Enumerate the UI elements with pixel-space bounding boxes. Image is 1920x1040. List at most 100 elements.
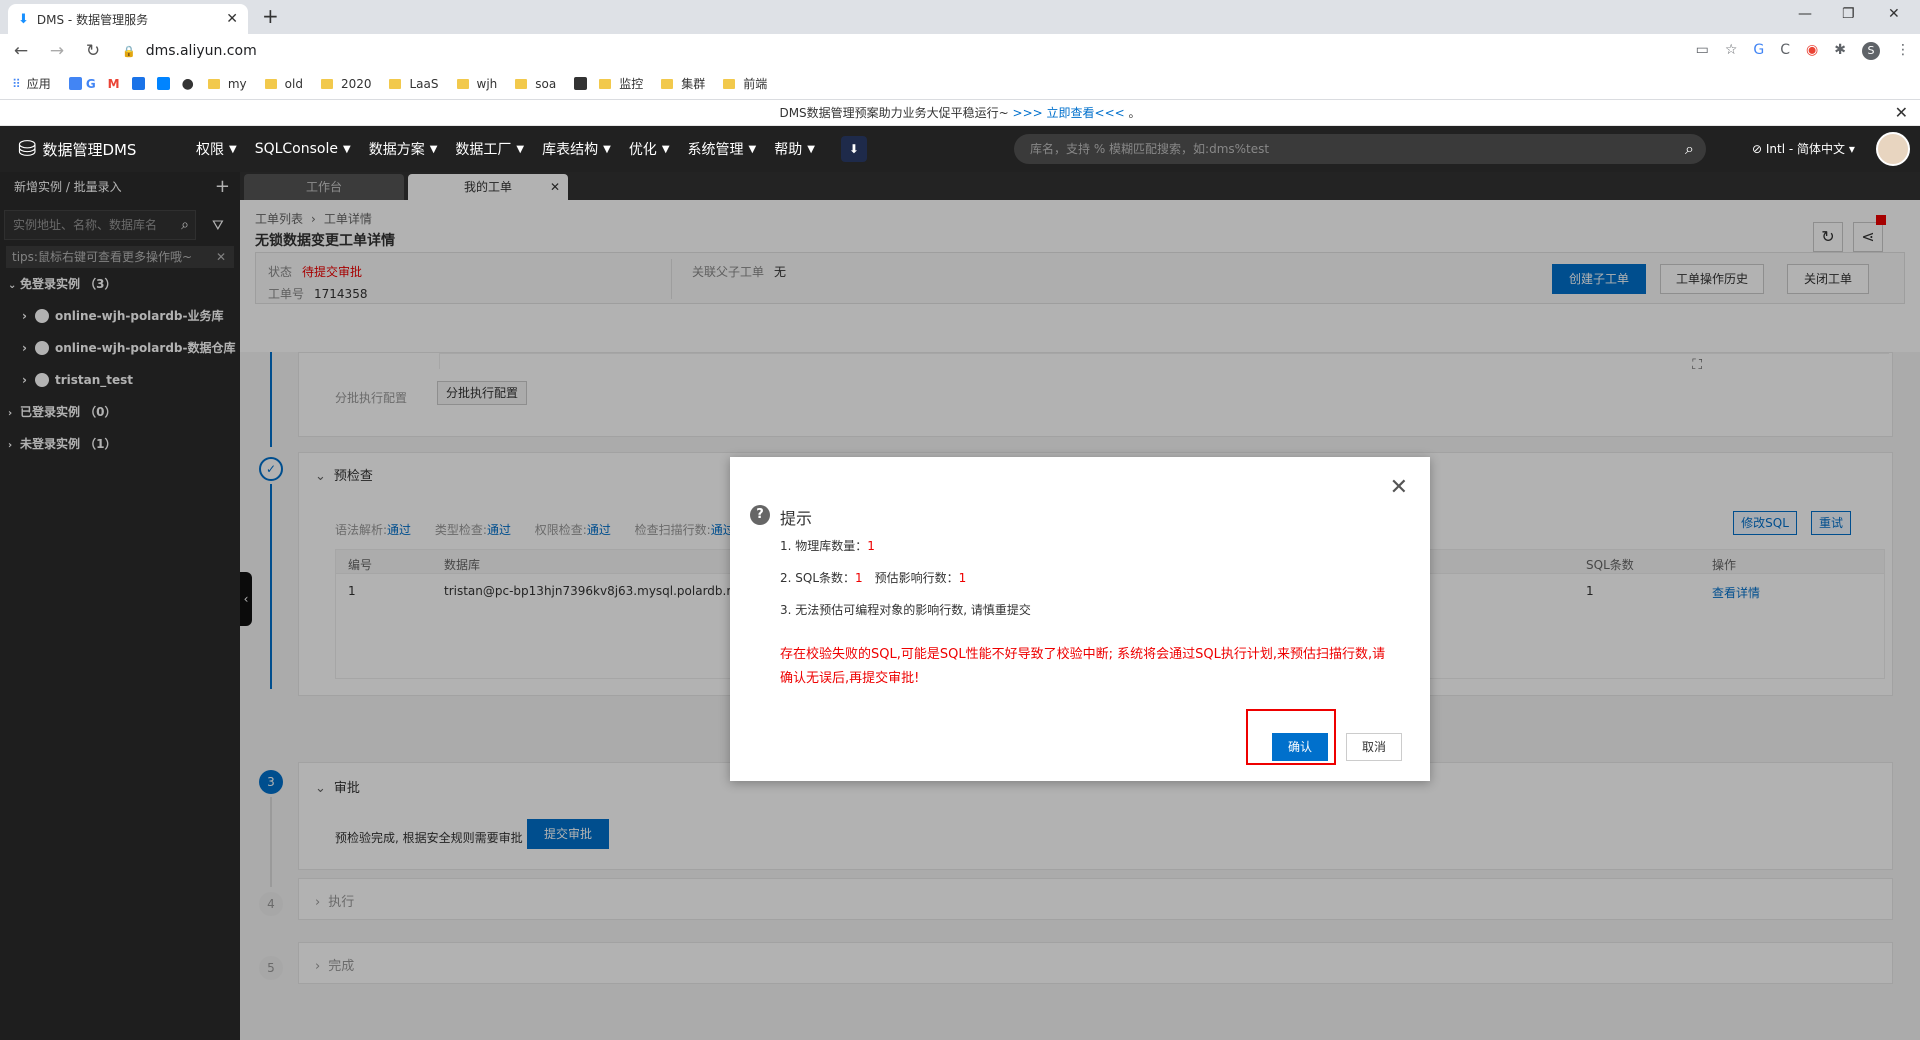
line-label: 1. 物理库数量： bbox=[780, 539, 868, 553]
line-value: 1 bbox=[855, 571, 863, 585]
bookmark-label: 2020 bbox=[340, 76, 372, 91]
dms-logo-icon: ⛁ bbox=[18, 136, 37, 162]
chevron-down-icon: ▼ bbox=[343, 143, 351, 155]
browser-tab[interactable]: ⬇ DMS - 数据管理服务 ✕ bbox=[8, 4, 248, 34]
bookmark-label: my bbox=[227, 76, 247, 91]
cast-icon[interactable]: ▭ bbox=[1696, 42, 1709, 60]
dialog-line-3: 3. 无法预估可编程对象的影响行数, 请慎重提交 bbox=[780, 603, 1031, 617]
menu-help[interactable]: 帮助 ▼ bbox=[774, 139, 815, 159]
bookmark-folder[interactable]: LaaS bbox=[389, 77, 439, 91]
bookmark-folder[interactable]: my bbox=[207, 76, 247, 91]
bookmark-apps[interactable]: ⠿ 应用 bbox=[12, 75, 51, 92]
confirm-button[interactable]: 确认 bbox=[1272, 733, 1328, 761]
global-search-input[interactable]: 库名，支持 % 模糊匹配搜索，如:dms%test ⌕ bbox=[1014, 134, 1706, 164]
line-value: 1 bbox=[867, 539, 875, 553]
menu-permission[interactable]: 权限 ▼ bbox=[196, 139, 237, 159]
bookmark-label: soa bbox=[535, 76, 557, 91]
close-announcement-icon[interactable]: ✕ bbox=[1895, 100, 1908, 126]
puzzle-icon[interactable]: ✱ bbox=[1834, 42, 1846, 60]
folder-icon bbox=[320, 78, 333, 89]
download-icon[interactable]: ⬇ bbox=[840, 136, 867, 162]
apps-grid-icon: ⠿ bbox=[12, 76, 21, 91]
restore-icon[interactable]: ❐ bbox=[1842, 6, 1855, 22]
folder-icon bbox=[207, 78, 220, 89]
bookmark-folder[interactable]: soa bbox=[515, 77, 556, 91]
bookmarks-bar: ⠿ 应用 G M ● my old 2020 LaaS wjh soa 监控 集群… bbox=[0, 68, 1920, 100]
cancel-button[interactable]: 取消 bbox=[1346, 733, 1402, 761]
bookmark-folder[interactable]: wjh bbox=[456, 77, 497, 91]
bookmark-folder[interactable]: old bbox=[264, 76, 303, 91]
menu-label: SQLConsole bbox=[254, 141, 338, 157]
new-tab-icon[interactable]: + bbox=[262, 4, 279, 28]
menu-label: 帮助 bbox=[774, 142, 803, 158]
reload-icon[interactable]: ↻ bbox=[78, 41, 108, 61]
line-label: 预估影响行数： bbox=[874, 571, 959, 585]
announcement-link[interactable]: >>> 立即查看<<< bbox=[1013, 106, 1125, 120]
chevron-down-icon: ▼ bbox=[229, 143, 237, 155]
url-text: dms.aliyun.com bbox=[145, 43, 257, 59]
menu-sqlconsole[interactable]: SQLConsole ▼ bbox=[255, 141, 351, 157]
lock-icon: 🔒 bbox=[122, 44, 136, 58]
announcement-tail: 。 bbox=[1124, 106, 1141, 120]
browser-tabbar: ⬇ DMS - 数据管理服务 ✕ + — ❐ ✕ bbox=[0, 0, 1920, 34]
menu-dots-icon[interactable]: ⋮ bbox=[1896, 42, 1910, 60]
dialog-line-1: 1. 物理库数量：1 bbox=[780, 537, 875, 554]
chevron-down-icon: ▾ bbox=[1845, 142, 1855, 156]
menu-label: 优化 bbox=[628, 142, 657, 158]
google-icon[interactable]: G bbox=[86, 77, 96, 91]
top-nav: ⛁ 数据管理DMS 权限 ▼ SQLConsole ▼ 数据方案 ▼ 数据工厂 ▼ 库表结… bbox=[0, 126, 1920, 172]
bookmark-icon[interactable] bbox=[68, 77, 82, 90]
menu-data-factory[interactable]: 数据工厂 ▼ bbox=[455, 139, 524, 159]
back-icon[interactable]: ← bbox=[6, 41, 36, 61]
language-switch[interactable]: ⊘ Intl - 简体中文 ▾ bbox=[1752, 140, 1855, 157]
bookmark-folder[interactable]: 集群 bbox=[661, 75, 705, 92]
url-field[interactable]: 🔒 dms.aliyun.com bbox=[122, 43, 257, 59]
close-window-icon[interactable]: ✕ bbox=[1888, 6, 1900, 22]
chevron-down-icon: ▼ bbox=[516, 143, 525, 155]
close-icon[interactable]: ✕ bbox=[1390, 475, 1408, 500]
line-label: 2. SQL条数： bbox=[780, 571, 856, 585]
menu-label: 权限 bbox=[196, 142, 224, 158]
announcement-text: DMS数据管理预案助力业务大促平稳运行~ bbox=[779, 106, 1013, 120]
bookmark-folder[interactable]: 2020 bbox=[320, 76, 372, 91]
star-icon[interactable]: ☆ bbox=[1725, 42, 1738, 60]
announcement-bar: DMS数据管理预案助力业务大促平稳运行~ >>> 立即查看<<< 。 ✕ bbox=[0, 100, 1920, 126]
avatar[interactable] bbox=[1876, 132, 1910, 166]
zhihu-icon[interactable] bbox=[156, 77, 170, 90]
bookmark-label: 前端 bbox=[743, 77, 768, 91]
menu-data-solution[interactable]: 数据方案 ▼ bbox=[369, 139, 438, 159]
bookmark-icon[interactable] bbox=[131, 77, 145, 90]
chevron-down-icon: ▼ bbox=[429, 143, 438, 155]
close-tab-icon[interactable]: ✕ bbox=[226, 11, 238, 27]
translate-icon[interactable]: G bbox=[1753, 42, 1764, 60]
github-icon[interactable]: ● bbox=[182, 76, 194, 92]
minimize-icon[interactable]: — bbox=[1798, 6, 1812, 22]
logo[interactable]: ⛁ 数据管理DMS bbox=[18, 137, 196, 162]
bookmark-folder[interactable]: 前端 bbox=[723, 75, 767, 92]
forward-icon[interactable]: → bbox=[42, 41, 72, 61]
menu-label: 库表结构 bbox=[542, 142, 599, 158]
bookmark-icon[interactable] bbox=[574, 77, 588, 90]
folder-icon bbox=[456, 78, 469, 89]
confirm-dialog: ✕ ? 提示 1. 物理库数量：1 2. SQL条数：1 预估影响行数：1 3. … bbox=[730, 457, 1430, 781]
bookmark-folder[interactable]: 监控 bbox=[599, 75, 643, 92]
bookmark-label: 集群 bbox=[681, 77, 706, 91]
menu-label: 系统管理 bbox=[687, 142, 744, 158]
chrome-ext-icon[interactable]: ◉ bbox=[1806, 42, 1818, 60]
menu-optimize[interactable]: 优化 ▼ bbox=[629, 139, 670, 159]
search-placeholder: 库名，支持 % 模糊匹配搜索，如:dms%test bbox=[1030, 142, 1270, 156]
folder-icon bbox=[264, 78, 277, 89]
extension-c-icon[interactable]: C bbox=[1780, 42, 1790, 60]
bookmark-label: 监控 bbox=[619, 77, 644, 91]
menu-system[interactable]: 系统管理 ▼ bbox=[688, 139, 757, 159]
dms-favicon-icon: ⬇ bbox=[18, 11, 29, 27]
browser-tab-title: DMS - 数据管理服务 bbox=[36, 12, 149, 27]
profile-avatar[interactable]: S bbox=[1862, 42, 1880, 60]
menu-schema[interactable]: 库表结构 ▼ bbox=[542, 139, 611, 159]
chevron-down-icon: ▼ bbox=[807, 143, 815, 155]
folder-icon bbox=[661, 78, 674, 89]
chevron-down-icon: ▼ bbox=[603, 143, 611, 155]
bookmark-label: old bbox=[284, 76, 303, 91]
gmail-icon[interactable]: M bbox=[108, 77, 120, 91]
search-icon[interactable]: ⌕ bbox=[1685, 134, 1694, 164]
